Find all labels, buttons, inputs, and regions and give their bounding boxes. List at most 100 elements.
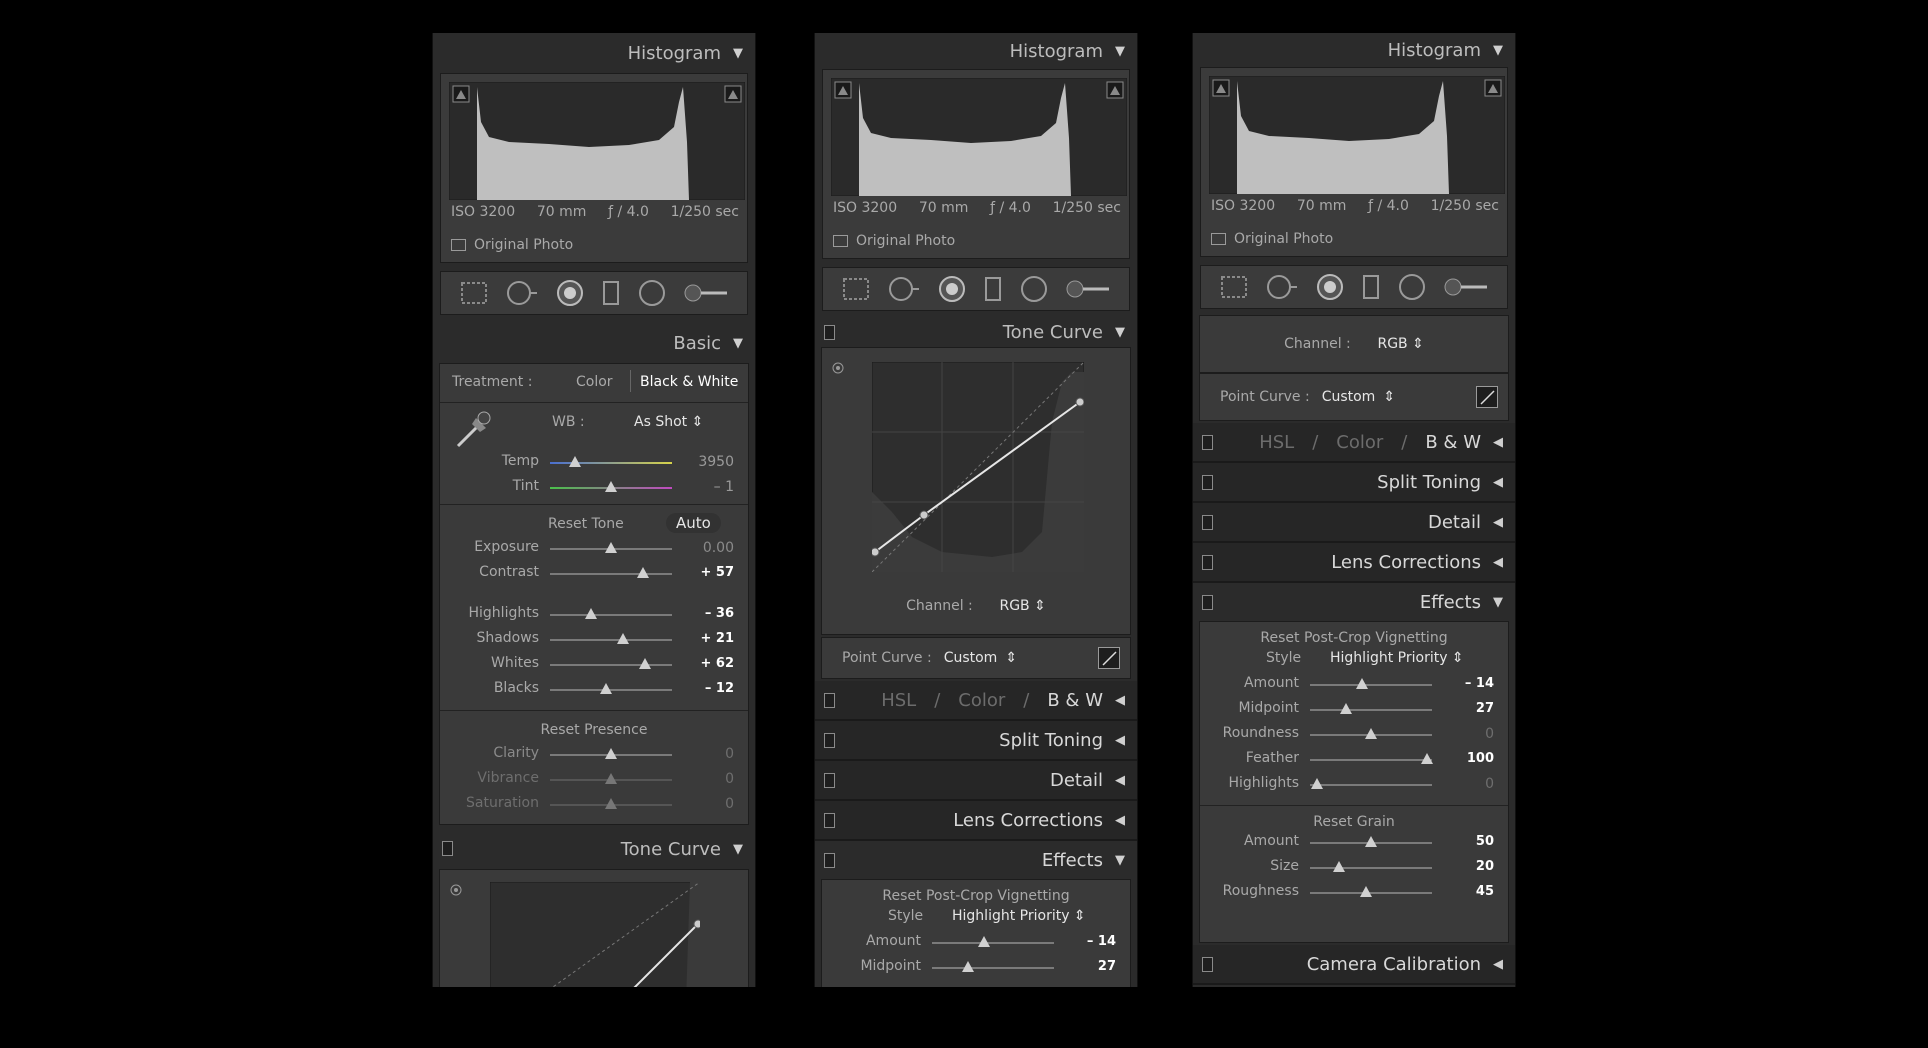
panel-toggle-icon[interactable] [1202, 475, 1213, 490]
crop-icon[interactable] [841, 276, 871, 302]
detail-header[interactable]: Detail ◀ [1193, 503, 1515, 543]
original-photo-toggle[interactable]: Original Photo [833, 233, 955, 249]
tone-curve-header[interactable]: Tone Curve ▼ [433, 829, 755, 869]
edit-point-curve-icon[interactable] [1476, 386, 1498, 408]
grain-roughness-slider[interactable]: Roughness 45 [1200, 880, 1508, 905]
panel-toggle-icon[interactable] [1202, 435, 1213, 450]
treatment-color[interactable]: Color [576, 374, 613, 390]
original-photo-toggle[interactable]: Original Photo [1211, 231, 1333, 247]
lens-corrections-header[interactable]: Lens Corrections ◀ [1193, 543, 1515, 583]
basic-header[interactable]: Basic ▼ [433, 323, 755, 363]
radial-filter-icon[interactable] [637, 278, 667, 308]
split-toning-header[interactable]: Split Toning ◀ [1193, 463, 1515, 503]
channel-select[interactable]: Channel : RGB ⇕ [822, 598, 1130, 614]
spot-removal-icon[interactable] [505, 279, 539, 307]
exposure-slider[interactable]: Exposure 0.00 [440, 536, 748, 561]
style-select[interactable]: Style Highlight Priority ⇕ [822, 904, 1130, 930]
panel-toggle-icon[interactable] [1202, 515, 1213, 530]
radial-filter-icon[interactable] [1019, 274, 1049, 304]
saturation-slider[interactable]: Saturation 0 [440, 792, 748, 817]
spot-removal-icon[interactable] [887, 275, 921, 303]
tone-curve-graph[interactable] [872, 362, 1084, 572]
histogram-header[interactable]: Histogram ▼ [433, 33, 755, 73]
tone-curve-graph[interactable] [490, 882, 700, 987]
vignette-amount-slider[interactable]: Amount – 14 [1200, 672, 1508, 697]
crop-icon[interactable] [1219, 274, 1249, 300]
graduated-filter-icon[interactable] [983, 275, 1003, 303]
radial-filter-icon[interactable] [1397, 272, 1427, 302]
crop-icon[interactable] [459, 280, 489, 306]
channel-select[interactable]: Channel : RGB ⇕ [1200, 336, 1508, 352]
tone-curve-header[interactable]: Tone Curve ▼ [815, 317, 1137, 347]
reset-tone[interactable]: Reset Tone [548, 516, 624, 532]
style-select[interactable]: Style Highlight Priority ⇕ [1200, 646, 1508, 672]
contrast-slider[interactable]: Contrast + 57 [440, 561, 748, 586]
shadows-slider[interactable]: Shadows + 21 [440, 627, 748, 652]
eyedropper-icon[interactable] [452, 408, 494, 450]
adjustment-brush-icon[interactable] [1443, 275, 1489, 299]
grain-amount-slider[interactable]: Amount 50 [1200, 830, 1508, 855]
clarity-slider[interactable]: Clarity 0 [440, 742, 748, 767]
detail-header[interactable]: Detail ◀ [815, 761, 1137, 801]
whites-slider[interactable]: Whites + 62 [440, 652, 748, 677]
vignette-highlights-slider[interactable]: Highlights 0 [1200, 772, 1508, 797]
point-curve-row[interactable]: Point Curve : Custom ⇕ [1199, 373, 1509, 421]
checkbox-icon[interactable] [451, 239, 466, 251]
histogram-header[interactable]: Histogram ▼ [815, 33, 1137, 69]
histogram-graph [831, 78, 1127, 196]
graduated-filter-icon[interactable] [601, 279, 621, 307]
red-eye-icon[interactable] [555, 278, 585, 308]
original-photo-toggle[interactable]: Original Photo [451, 237, 573, 253]
checkbox-icon[interactable] [833, 235, 848, 247]
temp-slider[interactable]: Temp 3950 [440, 450, 748, 475]
reset-presence[interactable]: Reset Presence [440, 722, 748, 738]
target-adjust-icon[interactable] [832, 362, 844, 374]
blacks-slider[interactable]: Blacks – 12 [440, 677, 748, 702]
panel-toggle-icon[interactable] [824, 325, 835, 340]
auto-button[interactable]: Auto [666, 513, 721, 533]
panel-toggle-icon[interactable] [824, 733, 835, 748]
adjustment-brush-icon[interactable] [683, 281, 729, 305]
slider-thumb[interactable] [605, 481, 617, 492]
target-adjust-icon[interactable] [450, 884, 462, 896]
panel-toggle-icon[interactable] [1202, 957, 1213, 972]
red-eye-icon[interactable] [1315, 272, 1345, 302]
panel-toggle-icon[interactable] [824, 813, 835, 828]
camera-calibration-header[interactable]: Camera Calibration ◀ [1193, 945, 1515, 985]
panel-toggle-icon[interactable] [824, 693, 835, 708]
histogram-header[interactable]: Histogram ▼ [1193, 33, 1515, 67]
lens-corrections-header[interactable]: Lens Corrections ◀ [815, 801, 1137, 841]
vignette-midpoint-slider[interactable]: Midpoint 27 [822, 955, 1130, 980]
vignette-feather-slider[interactable]: Feather 100 [1200, 747, 1508, 772]
point-curve-row[interactable]: Point Curve : Custom ⇕ [821, 637, 1131, 679]
vignette-midpoint-slider[interactable]: Midpoint 27 [1200, 697, 1508, 722]
split-toning-header[interactable]: Split Toning ◀ [815, 721, 1137, 761]
spot-removal-icon[interactable] [1265, 273, 1299, 301]
highlights-slider[interactable]: Highlights – 36 [440, 602, 748, 627]
hsl-header[interactable]: HSL / Color / B & W ◀ [1193, 423, 1515, 463]
panel-toggle-icon[interactable] [1202, 595, 1213, 610]
vignette-amount-slider[interactable]: Amount – 14 [822, 930, 1130, 955]
red-eye-icon[interactable] [937, 274, 967, 304]
checkbox-icon[interactable] [1211, 233, 1226, 245]
panel-toggle-icon[interactable] [442, 841, 453, 856]
tint-slider[interactable]: Tint – 1 [440, 475, 748, 500]
vignette-roundness-slider[interactable]: Roundness 0 [1200, 722, 1508, 747]
vibrance-slider[interactable]: Vibrance 0 [440, 767, 748, 792]
grain-size-slider[interactable]: Size 20 [1200, 855, 1508, 880]
reset-vignette[interactable]: Reset Post-Crop Vignetting [1200, 630, 1508, 646]
effects-header[interactable]: Effects ▼ [815, 841, 1137, 879]
graduated-filter-icon[interactable] [1361, 273, 1381, 301]
reset-vignette[interactable]: Reset Post-Crop Vignetting [822, 888, 1130, 904]
edit-point-curve-icon[interactable] [1098, 647, 1120, 669]
panel-toggle-icon[interactable] [824, 773, 835, 788]
treatment-bw[interactable]: Black & White [640, 374, 738, 390]
adjustment-brush-icon[interactable] [1065, 277, 1111, 301]
effects-header[interactable]: Effects ▼ [1193, 583, 1515, 621]
slider-thumb[interactable] [569, 456, 581, 467]
panel-toggle-icon[interactable] [824, 853, 835, 868]
wb-select[interactable]: As Shot ⇕ [634, 414, 703, 430]
hsl-header[interactable]: HSL / Color / B & W ◀ [815, 681, 1137, 721]
panel-toggle-icon[interactable] [1202, 555, 1213, 570]
reset-grain[interactable]: Reset Grain [1200, 814, 1508, 830]
